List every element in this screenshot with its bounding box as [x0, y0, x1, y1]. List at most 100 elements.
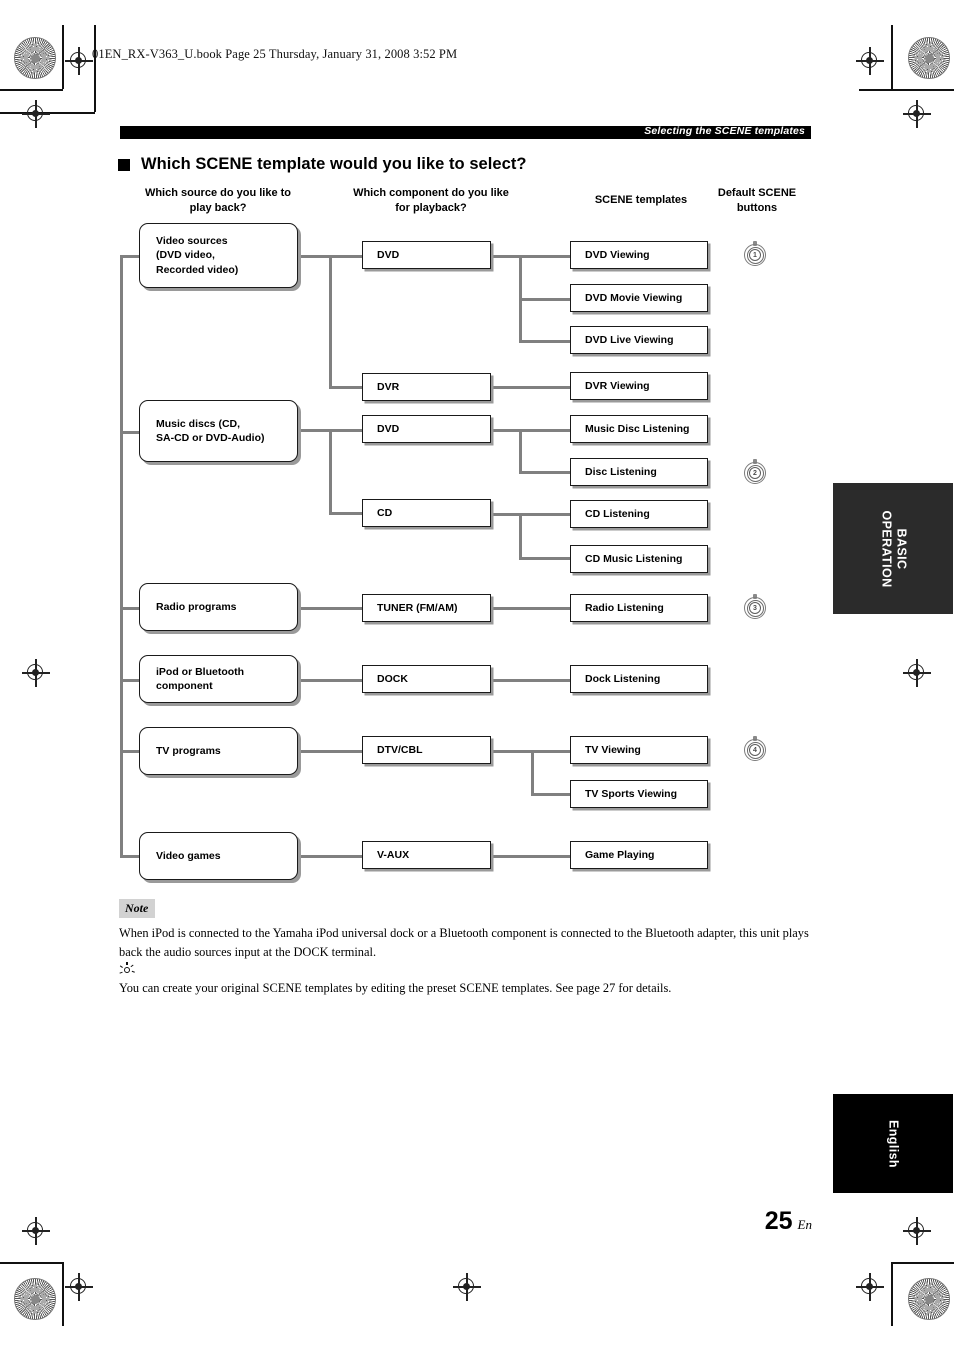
template-box[interactable]: DVR Viewing	[570, 372, 708, 400]
component-box-label: DVR	[377, 380, 400, 393]
connector	[519, 429, 522, 474]
template-box-label: CD Listening	[585, 507, 650, 520]
component-box[interactable]: DVR	[362, 373, 491, 401]
source-box[interactable]: iPod or Bluetooth component	[139, 655, 298, 703]
component-box[interactable]: TUNER (FM/AM)	[362, 594, 491, 622]
connector	[329, 512, 362, 515]
connector	[329, 386, 362, 389]
template-box[interactable]: Dock Listening	[570, 665, 708, 693]
template-box[interactable]: Game Playing	[570, 841, 708, 869]
component-box-label: DOCK	[377, 672, 408, 685]
source-box-label: Video sources (DVD video, Recorded video)	[156, 235, 239, 276]
connector-stub	[120, 431, 140, 434]
component-box-label: DTV/CBL	[377, 743, 423, 756]
template-box[interactable]: Radio Listening	[570, 594, 708, 622]
component-box[interactable]: DOCK	[362, 665, 491, 693]
connector	[519, 557, 573, 560]
connector-stub	[120, 607, 140, 610]
template-box[interactable]: CD Music Listening	[570, 545, 708, 573]
template-box[interactable]: DVD Movie Viewing	[570, 284, 708, 312]
template-box[interactable]: CD Listening	[570, 500, 708, 528]
source-box[interactable]: TV programs	[139, 727, 298, 775]
connector	[491, 679, 573, 682]
scene-button-3-icon[interactable]: 3	[744, 594, 766, 619]
connector	[531, 750, 534, 795]
connector-stub	[120, 679, 140, 682]
source-box[interactable]: Video games	[139, 832, 298, 880]
source-box-label: Radio programs	[156, 600, 237, 613]
page-suffix: En	[797, 1217, 812, 1232]
connector	[298, 679, 362, 682]
note-body-text: When iPod is connected to the Yamaha iPo…	[119, 926, 809, 959]
connector	[329, 429, 332, 514]
tip-body-text: You can create your original SCENE templ…	[119, 981, 672, 995]
page: 01EN_RX-V363_U.book Page 25 Thursday, Ja…	[0, 0, 954, 1351]
scene-template-flowchart: Video sources (DVD video, Recorded video) …	[0, 0, 954, 1351]
connector-trunk	[120, 255, 123, 857]
side-tab-english: English	[833, 1094, 953, 1193]
scene-button-number: 4	[749, 744, 761, 756]
source-box-label: TV programs	[156, 744, 221, 757]
bulb-center	[124, 967, 130, 973]
side-tab-english-label: English	[886, 1119, 901, 1168]
connector	[491, 513, 573, 516]
source-box[interactable]: Music discs (CD, SA-CD or DVD-Audio)	[139, 400, 298, 462]
source-box[interactable]: Radio programs	[139, 583, 298, 631]
connector	[298, 855, 362, 858]
tip-bulb-icon	[119, 962, 136, 978]
component-box[interactable]: DVD	[362, 241, 491, 269]
template-box[interactable]: Music Disc Listening	[570, 415, 708, 443]
scene-button-2-icon[interactable]: 2	[744, 459, 766, 484]
template-box-label: DVD Viewing	[585, 248, 650, 261]
template-box-label: Disc Listening	[585, 465, 657, 478]
scene-button-1-icon[interactable]: 1	[744, 241, 766, 266]
component-box[interactable]: V-AUX	[362, 841, 491, 869]
template-box[interactable]: Disc Listening	[570, 458, 708, 486]
component-box-label: TUNER (FM/AM)	[377, 601, 458, 614]
connector	[491, 386, 573, 389]
scene-button-4-icon[interactable]: 4	[744, 736, 766, 761]
source-box-label: iPod or Bluetooth component	[156, 665, 245, 692]
bulb-ray	[120, 965, 124, 969]
scene-button-number: 2	[749, 467, 761, 479]
source-box[interactable]: Video sources (DVD video, Recorded video)	[139, 223, 298, 288]
template-box-label: DVD Live Viewing	[585, 333, 674, 346]
side-tab-basic-operation-label: BASIC OPERATION	[879, 510, 909, 587]
side-tab-basic-operation: BASIC OPERATION	[833, 483, 953, 614]
connector	[519, 471, 573, 474]
template-box-label: Radio Listening	[585, 601, 664, 614]
connector	[519, 340, 573, 343]
connector	[329, 255, 332, 388]
template-box[interactable]: TV Viewing	[570, 736, 708, 764]
connector	[531, 793, 573, 796]
template-box-label: DVD Movie Viewing	[585, 291, 683, 304]
page-folio: 25 En	[765, 1207, 812, 1236]
connector	[298, 607, 362, 610]
component-box[interactable]: DVD	[362, 415, 491, 443]
bulb-ray	[131, 970, 136, 974]
template-box-label: Game Playing	[585, 848, 655, 861]
connector	[491, 607, 573, 610]
template-box-label: Music Disc Listening	[585, 422, 690, 435]
template-box-label: Dock Listening	[585, 672, 661, 685]
connector-stub	[120, 255, 140, 258]
connector-stub	[120, 750, 140, 753]
source-box-label: Video games	[156, 849, 221, 862]
bulb-ray	[119, 971, 124, 974]
template-box[interactable]: TV Sports Viewing	[570, 780, 708, 808]
template-box[interactable]: DVD Viewing	[570, 241, 708, 269]
component-box[interactable]: DTV/CBL	[362, 736, 491, 764]
connector	[491, 255, 573, 258]
component-box[interactable]: CD	[362, 499, 491, 527]
scene-button-number: 1	[749, 249, 761, 261]
template-box-label: TV Sports Viewing	[585, 787, 677, 800]
component-box-label: DVD	[377, 248, 400, 261]
connector	[491, 855, 573, 858]
template-box-label: CD Music Listening	[585, 552, 683, 565]
connector	[519, 298, 573, 301]
component-box-label: V-AUX	[377, 848, 410, 861]
page-number: 25	[764, 1207, 793, 1235]
component-box-label: DVD	[377, 422, 400, 435]
bulb-ray	[130, 964, 135, 968]
template-box[interactable]: DVD Live Viewing	[570, 326, 708, 354]
